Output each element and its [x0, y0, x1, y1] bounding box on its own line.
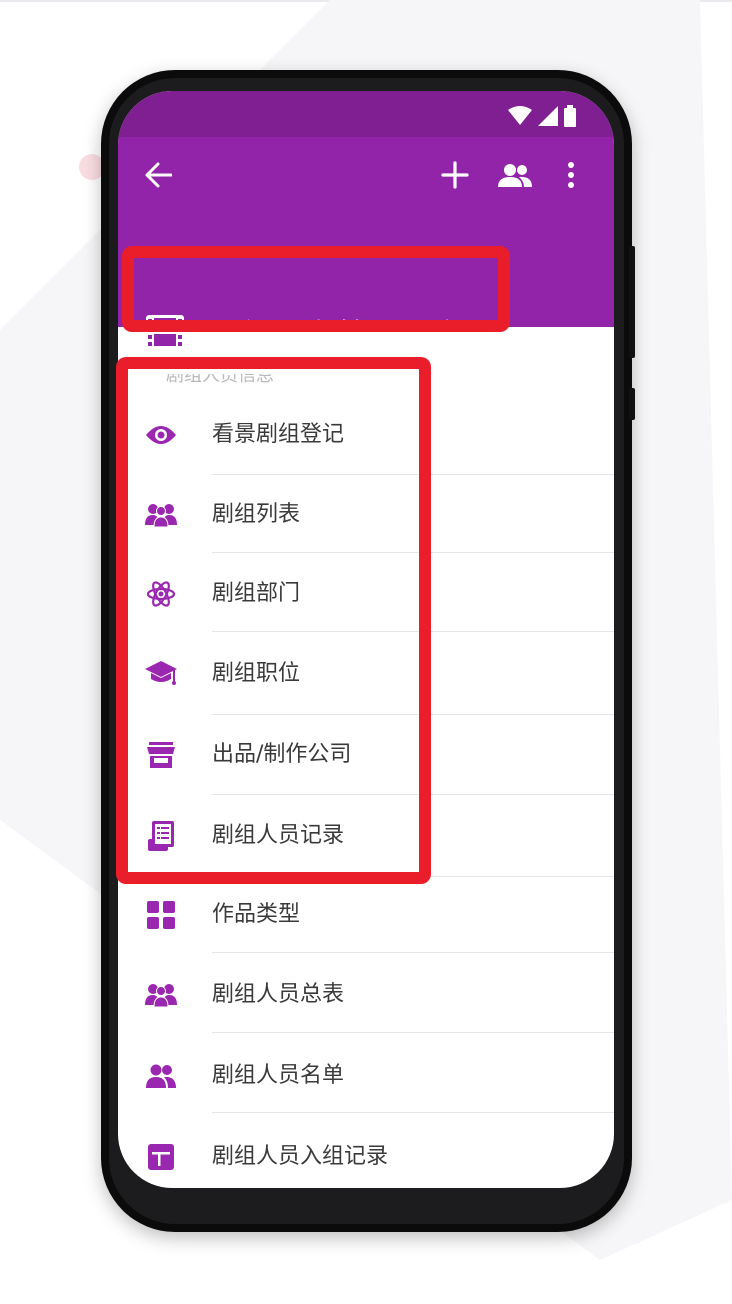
power-button: [629, 388, 635, 420]
people-icon: [146, 1064, 176, 1088]
more-button[interactable]: [556, 155, 586, 195]
menu-highlight-box: [116, 357, 431, 884]
divider: [212, 1032, 614, 1033]
more-vert-icon: [568, 162, 574, 188]
plus-icon: [441, 161, 469, 189]
group-icon: [145, 984, 177, 1007]
volume-button: [629, 246, 635, 358]
divider: [212, 1112, 614, 1113]
divider: [212, 952, 614, 953]
menu-item-label: 剧组人员名单: [212, 1063, 345, 1088]
calendar-icon: [148, 1144, 174, 1170]
menu-item-crew-roster[interactable]: 剧组人员名单: [118, 1036, 614, 1116]
arrow-left-icon: [145, 162, 172, 188]
back-button[interactable]: [138, 155, 178, 195]
people-icon: [498, 164, 532, 187]
grid-icon: [147, 901, 175, 929]
menu-item-work-types[interactable]: 作品类型: [118, 875, 614, 955]
status-bar: [118, 91, 614, 137]
group-button[interactable]: [494, 155, 536, 195]
title-highlight-box: [122, 246, 510, 332]
menu-item-label: 作品类型: [212, 902, 301, 927]
battery-icon: [564, 105, 576, 127]
wifi-icon: [508, 106, 532, 125]
add-button[interactable]: [435, 155, 475, 195]
signal-icon: [538, 106, 558, 126]
menu-item-label: 剧组人员总表: [212, 982, 345, 1007]
menu-item-label: 剧组人员入组记录: [212, 1144, 389, 1169]
menu-item-crew-join-records[interactable]: 剧组人员入组记录: [118, 1117, 614, 1188]
menu-item-crew-summary[interactable]: 剧组人员总表: [118, 955, 614, 1035]
